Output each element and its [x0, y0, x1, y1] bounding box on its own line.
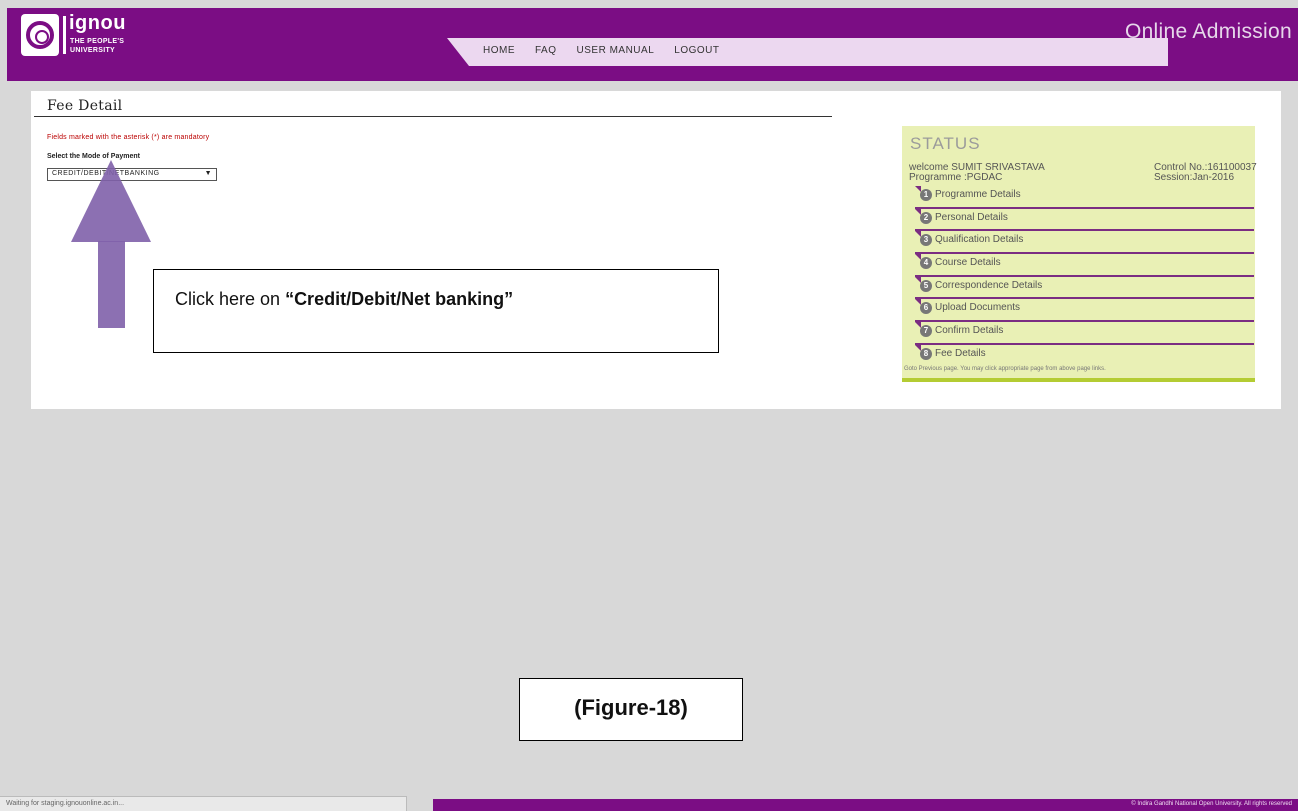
- status-panel: STATUS welcome SUMIT SRIVASTAVA Programm…: [902, 126, 1257, 382]
- nav-menu: HOME FAQ USER MANUAL LOGOUT: [483, 45, 720, 56]
- step-number-icon: 6: [920, 302, 932, 315]
- session-text: Session:Jan-2016: [1154, 172, 1235, 183]
- step-number-icon: 5: [920, 279, 932, 292]
- status-step-upload-documents[interactable]: 6 Upload Documents: [915, 299, 1254, 323]
- logo-subtitle-line-1: THE PEOPLE'S: [70, 38, 125, 45]
- status-step-qualification-details[interactable]: 3 Qualification Details: [915, 231, 1254, 255]
- step-number-icon: 8: [920, 347, 932, 360]
- logo-text: ignou: [69, 12, 126, 34]
- callout-text: Click here on: [175, 289, 286, 309]
- status-step-fee-details[interactable]: 8 Fee Details: [915, 344, 1254, 368]
- nav-user-manual[interactable]: USER MANUAL: [577, 45, 655, 56]
- status-step-label: Qualification Details: [935, 234, 1024, 246]
- section-divider: [34, 116, 832, 117]
- step-number-icon: 4: [920, 257, 932, 270]
- status-step-programme-details[interactable]: 1 Programme Details: [915, 186, 1254, 209]
- status-title: STATUS: [910, 134, 981, 153]
- status-step-label: Personal Details: [935, 211, 1008, 223]
- status-step-course-details[interactable]: 4 Course Details: [915, 254, 1254, 277]
- nav-logout[interactable]: LOGOUT: [674, 45, 719, 56]
- browser-status-bar: Waiting for staging.ignouonline.ac.in...: [0, 796, 407, 811]
- figure-caption: (Figure-18): [519, 678, 743, 741]
- status-step-label: Confirm Details: [935, 325, 1004, 337]
- arrow-shaft: [98, 241, 125, 328]
- status-step-personal-details[interactable]: 2 Personal Details: [915, 208, 1254, 232]
- status-step-label: Programme Details: [935, 189, 1021, 200]
- payment-mode-label: Select the Mode of Payment: [47, 153, 140, 160]
- nav-faq[interactable]: FAQ: [535, 45, 557, 56]
- status-step-label: Fee Details: [935, 347, 986, 359]
- step-number-icon: 3: [920, 234, 932, 247]
- mandatory-note: Fields marked with the asterisk (*) are …: [47, 134, 210, 141]
- status-step-label: Upload Documents: [935, 302, 1021, 314]
- arrow-up-icon: [71, 160, 151, 242]
- status-step-label: Correspondence Details: [935, 279, 1043, 291]
- status-note: Goto Previous page. You may click approp…: [904, 366, 1106, 372]
- footer-bar: © Indira Gandhi National Open University…: [433, 799, 1298, 811]
- ignou-emblem-icon: [21, 14, 59, 56]
- instruction-callout: Click here on “Credit/Debit/Net banking”: [153, 269, 719, 353]
- ignou-logo[interactable]: ignou THE PEOPLE'S UNIVERSITY: [21, 12, 151, 56]
- step-number-icon: 2: [920, 211, 932, 224]
- status-step-label: Course Details: [935, 257, 1001, 269]
- nav-home[interactable]: HOME: [483, 45, 515, 56]
- programme-text: Programme :PGDAC: [909, 172, 1003, 183]
- logo-subtitle-line-2: UNIVERSITY: [70, 47, 116, 54]
- status-steps: 1 Programme Details 2 Personal Details 3…: [915, 186, 1254, 368]
- footer-copyright: © Indira Gandhi National Open University…: [1131, 801, 1292, 807]
- section-title: Fee Detail: [47, 98, 123, 114]
- callout-strong-text: “Credit/Debit/Net banking”: [285, 289, 514, 309]
- status-step-confirm-details[interactable]: 7 Confirm Details: [915, 322, 1254, 345]
- status-bottom-bar: [902, 378, 1255, 382]
- chevron-down-icon: ▼: [204, 170, 212, 177]
- logo-divider: [63, 16, 66, 54]
- step-number-icon: 1: [920, 189, 932, 201]
- step-number-icon: 7: [920, 325, 932, 338]
- status-step-correspondence-details[interactable]: 5 Correspondence Details: [915, 276, 1254, 300]
